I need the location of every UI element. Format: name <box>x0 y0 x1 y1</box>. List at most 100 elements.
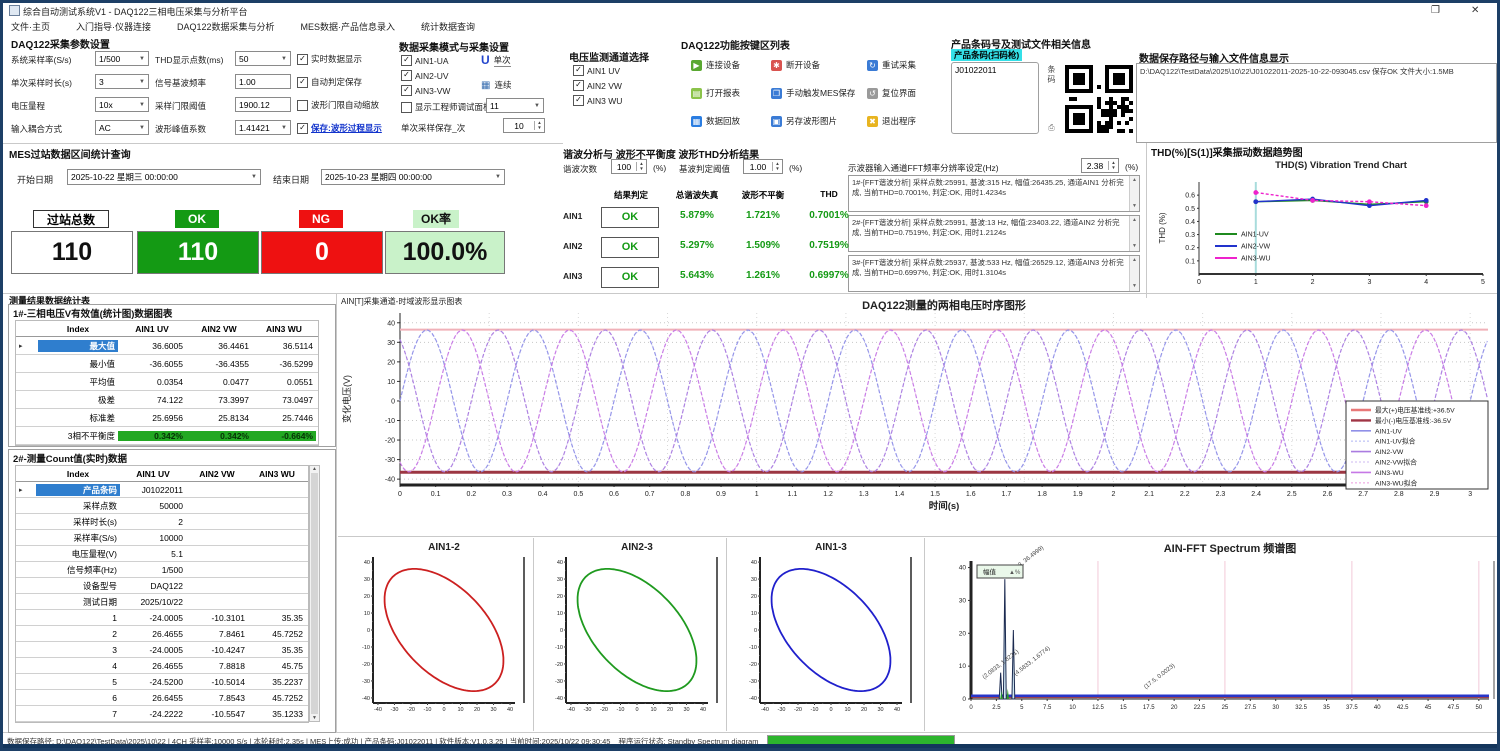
scroll-up-icon[interactable]: ▲ <box>1132 256 1137 266</box>
stats-table: IndexAIN1 UVAIN2 VWAIN3 WU▸最大值36.600536.… <box>15 320 319 446</box>
log-entry-1[interactable]: 1#-[FFT谐波分析] 采样点数:25991, 基波:315 Hz, 幅值:2… <box>848 175 1140 212</box>
svg-text:-40: -40 <box>362 696 370 702</box>
close-icon[interactable]: ✕ <box>1471 5 1479 16</box>
daq-option-checkbox[interactable]: ✓保存:波形过程显示 <box>297 122 382 134</box>
daq-row-value-1[interactable]: 10x▼ <box>95 97 149 112</box>
log-entry-2[interactable]: 2#-[FFT谐波分析] 采样点数:25991, 基波:13 Hz, 幅值:23… <box>848 215 1140 252</box>
stats-table-title: 1#-三相电压V有效值(统计图)数据图表 <box>9 305 335 321</box>
continuous-acq-button[interactable]: ▦ 连续 <box>481 79 511 91</box>
replay-button[interactable]: ▦数据回放 <box>691 115 740 127</box>
retry-button[interactable]: ↻重试采集 <box>867 59 916 71</box>
report-button[interactable]: ▤打开报表 <box>691 87 740 99</box>
table-row[interactable]: 采样率(S/s)10000 <box>16 530 308 546</box>
table-row[interactable]: 最小值-36.6055-36.4355-36.5299 <box>16 355 318 373</box>
daq-row-value-2[interactable]: 1.00 <box>235 74 291 89</box>
scroll-down-icon[interactable]: ▼ <box>312 715 317 721</box>
svg-text:42.5: 42.5 <box>1397 705 1409 711</box>
exit-button[interactable]: ✖退出程序 <box>867 115 916 127</box>
svg-text:40: 40 <box>751 560 757 566</box>
acq-channel-checkbox[interactable]: ✓AIN2-UV <box>401 70 449 81</box>
svg-text:0: 0 <box>442 707 445 713</box>
harmonic-count-spinner[interactable]: 100▲▼ <box>611 159 647 174</box>
menu-item-mes[interactable]: MES数据·产品信息录入 <box>301 20 396 33</box>
svg-text:40: 40 <box>364 560 370 566</box>
daq-option-checkbox[interactable]: ✓自动判定保存 <box>297 76 362 88</box>
monitor-channel-checkbox[interactable]: ✓AIN2 VW <box>573 80 622 91</box>
svg-text:1.3: 1.3 <box>859 491 869 498</box>
count-table-scrollbar[interactable]: ▲ ▼ <box>309 465 320 722</box>
svg-text:2.6: 2.6 <box>1323 491 1333 498</box>
table-row[interactable]: 1-24.0005-10.310135.35 <box>16 610 308 626</box>
table-row[interactable]: 226.46557.846145.7252 <box>16 626 308 642</box>
debug-panel-checkbox[interactable]: 显示工程师调试面板 <box>401 101 492 113</box>
table-row[interactable]: ▸最大值36.600536.446136.5114 <box>16 337 318 355</box>
monitor-channel-checkbox[interactable]: ✓AIN3 WU <box>573 95 622 106</box>
disconnect-button[interactable]: ✱断开设备 <box>771 59 820 71</box>
printer-icon[interactable]: ⎙ <box>1048 123 1054 133</box>
table-row[interactable]: 设备型号DAQ122 <box>16 578 308 594</box>
daq-row-value-2[interactable]: 1.41421▼ <box>235 120 291 135</box>
table-row[interactable]: 电压量程(V)5.1 <box>16 546 308 562</box>
daq-row-value-1[interactable]: AC▼ <box>95 120 149 135</box>
monitor-channel-checkbox[interactable]: ✓AIN1 UV <box>573 65 620 76</box>
acq-channel-checkbox[interactable]: ✓AIN1-UA <box>401 55 449 66</box>
daq-option-checkbox[interactable]: 波形门限自动缩放 <box>297 99 379 111</box>
svg-text:30: 30 <box>364 577 370 583</box>
table-row[interactable]: 极差74.12273.399773.0497 <box>16 391 318 409</box>
svg-text:AIN2-VW: AIN2-VW <box>1375 449 1404 456</box>
log-entry-3[interactable]: 3#-[FFT谐波分析] 采样点数:25937, 基波:533 Hz, 幅值:2… <box>848 255 1140 292</box>
table-row[interactable]: 采样点数50000 <box>16 498 308 514</box>
table-row[interactable]: 7-24.2222-10.554735.1233 <box>16 706 308 722</box>
table-row[interactable]: ▸产品条码J01022011 <box>16 482 308 498</box>
svg-text:1.5: 1.5 <box>930 491 940 498</box>
daq-row-value-2[interactable]: 50▼ <box>235 51 291 66</box>
table-row[interactable]: 测试日期2025/10/22 <box>16 594 308 610</box>
daq-row-value-1[interactable]: 3▼ <box>95 74 149 89</box>
savepic-button[interactable]: ▣另存波形图片 <box>771 115 837 127</box>
start-date-picker[interactable]: 2025-10-22 星期三 00:00:00▼ <box>67 169 261 185</box>
mes-button[interactable]: ❐手动触发MES保存 <box>771 87 855 99</box>
table-row[interactable]: 3相不平衡度0.342%0.342%-0.664% <box>16 427 318 445</box>
svg-text:40: 40 <box>1374 705 1381 711</box>
barcode-input[interactable]: J01022011 <box>951 62 1039 134</box>
svg-text:0.7: 0.7 <box>645 491 655 498</box>
scroll-down-icon[interactable]: ▼ <box>1132 202 1137 212</box>
menu-item-home[interactable]: 文件·主页 <box>11 20 50 33</box>
acq-channel-checkbox[interactable]: ✓AIN3-VW <box>401 85 450 96</box>
daq-row-value-2[interactable]: 1900.12 <box>235 97 291 112</box>
single-acq-button[interactable]: U 单次 <box>481 53 511 67</box>
save-times-spinner[interactable]: 10▲▼ <box>503 118 545 133</box>
plug-button[interactable]: ▶连接设备 <box>691 59 740 71</box>
start-date-label: 开始日期 <box>17 173 53 186</box>
fft-resolution-spinner[interactable]: 2.38▲▼ <box>1081 158 1119 173</box>
table-row[interactable]: 采样时长(s)2 <box>16 514 308 530</box>
table-row[interactable]: 3-24.0005-10.424735.35 <box>16 642 308 658</box>
scroll-down-icon[interactable]: ▼ <box>1132 282 1137 292</box>
daq-row-value-1[interactable]: 1/500▼ <box>95 51 149 66</box>
scroll-up-icon[interactable]: ▲ <box>1132 216 1137 226</box>
table-row[interactable]: 标准差25.695625.813425.7446 <box>16 409 318 427</box>
scroll-up-icon[interactable]: ▲ <box>312 466 317 472</box>
restore-icon[interactable]: ❐ <box>1431 5 1440 16</box>
svg-text:最小(-)电压基准线:-36.5V: 最小(-)电压基准线:-36.5V <box>1375 416 1452 425</box>
end-date-picker[interactable]: 2025-10-23 星期四 00:00:00▼ <box>321 169 505 185</box>
svg-text:30: 30 <box>877 707 883 713</box>
svg-text:-20: -20 <box>600 707 608 713</box>
table-row[interactable]: 信号频率(Hz)1/500 <box>16 562 308 578</box>
daq-row-label-1: 单次采样时长(s) <box>11 77 72 89</box>
acq-count-combo[interactable]: 11▼ <box>486 98 544 113</box>
fund-threshold-spinner[interactable]: 1.00▲▼ <box>743 159 783 174</box>
scroll-down-icon[interactable]: ▼ <box>1132 242 1137 252</box>
menu-item-guide[interactable]: 入门指导·仪器连接 <box>76 20 151 33</box>
daq-option-checkbox[interactable]: ✓实时数据显示 <box>297 53 362 65</box>
table-row[interactable]: 626.64557.854345.7252 <box>16 690 308 706</box>
scroll-up-icon[interactable]: ▲ <box>1132 176 1137 186</box>
scroll-thumb[interactable] <box>311 473 318 714</box>
table-row[interactable]: 5-24.5200-10.501435.2237 <box>16 674 308 690</box>
table-row[interactable]: 426.46557.881845.75 <box>16 658 308 674</box>
menu-item-daq[interactable]: DAQ122数据采集与分析 <box>177 20 275 33</box>
thd-col-header: THD <box>799 189 859 199</box>
table-row[interactable]: 平均值0.03540.04770.0551 <box>16 373 318 391</box>
reset-button[interactable]: ↺复位界面 <box>867 87 916 99</box>
menu-item-stats[interactable]: 统计数据查询 <box>421 20 475 33</box>
